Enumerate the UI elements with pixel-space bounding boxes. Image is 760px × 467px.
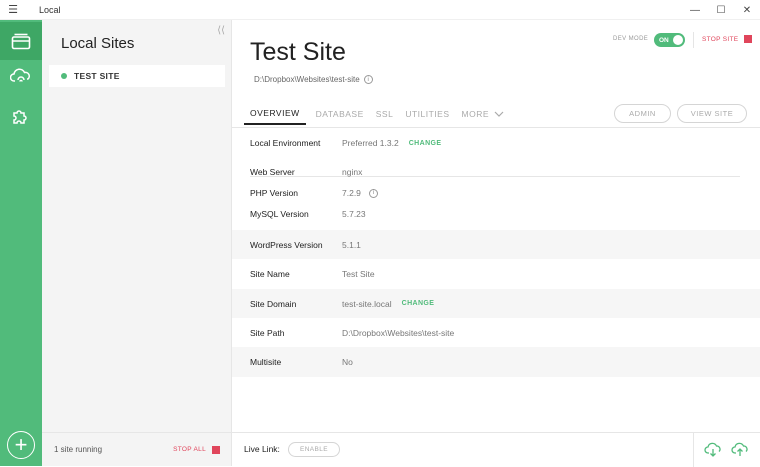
multisite-label: Multisite [250,357,282,367]
site-domain-value-group: test-site.local CHANGE [342,299,434,309]
dev-mode-toggle[interactable]: ON [654,33,685,47]
local-environment-label: Local Environment [250,138,321,148]
running-status-dot [61,73,67,79]
stop-icon [744,35,753,43]
page-title: Test Site [250,38,346,66]
addons-icon [13,110,27,124]
change-environment-link[interactable]: CHANGE [409,140,442,147]
stop-site-label: STOP SITE [702,35,739,43]
cloud-upload-icon[interactable] [731,442,749,458]
site-domain-value: test-site.local [342,298,392,309]
sites-panel: Local Sites ⟨⟨ TEST SITE 1 site running … [42,20,232,466]
tab-bar: OVERVIEW DATABASE SSL UTILITIES MORE [244,103,516,125]
close-icon[interactable]: ✕ [734,0,760,20]
running-count: 1 site running [54,445,103,454]
stop-all-button[interactable]: STOP ALL [173,445,220,454]
local-environment-value: Preferred 1.3.2 [342,138,399,148]
php-version-label: PHP Version [250,188,299,198]
site-name-value: Test Site [342,269,375,279]
row-wordpress-version: WordPress Version 5.1.1 [232,230,760,259]
divider [693,32,694,48]
row-site-path: Site Path D:\Dropbox\Websites\test-site [232,318,760,347]
wordpress-version-value: 5.1.1 [342,239,361,250]
tabs-divider [232,127,760,128]
row-site-domain: Site Domain test-site.local CHANGE [232,289,760,318]
tab-more-label: MORE [461,109,490,119]
sites-nav-button[interactable] [0,22,42,60]
site-path-text: D:\Dropbox\Websites\test-site [254,75,360,84]
cloud-download-icon[interactable] [704,442,722,458]
web-server-value: nginx [342,167,363,177]
row-multisite: Multisite No [232,347,760,377]
php-version-value: 7.2.9 [342,188,361,198]
info-icon[interactable]: i [368,188,378,198]
wordpress-version-label: WordPress Version [250,239,323,250]
site-detail: Test Site D:\Dropbox\Websites\test-site … [232,20,760,466]
site-name-label: Site Name [250,269,290,279]
mysql-version-value: 5.7.23 [342,209,366,219]
local-environment-value-group: Preferred 1.3.2 CHANGE [342,138,441,148]
nav-rail: + [0,20,42,466]
row-web-server: Web Server nginx [232,163,760,181]
site-domain-label: Site Domain [250,298,297,309]
row-site-name: Site Name Test Site [232,259,760,289]
cloud-icon [10,68,30,82]
stop-icon [212,445,220,454]
web-server-label: Web Server [250,167,295,177]
chevron-down-icon [494,111,504,117]
dev-mode-toggle-label: ON [659,36,669,44]
site-path-header: D:\Dropbox\Websites\test-site i [254,75,373,84]
window-title: Local [39,4,61,15]
info-icon[interactable]: i [363,75,373,84]
minimize-icon[interactable]: — [682,0,708,20]
add-site-button[interactable]: + [7,431,35,459]
plus-icon: + [14,432,28,457]
addons-nav-button[interactable] [0,96,42,134]
tab-ssl[interactable]: SSL [376,103,394,125]
dev-mode-label: DEV MODE [613,36,649,42]
double-chevron-left-icon[interactable]: ⟨⟨ [217,25,225,36]
title-bar: ☰ Local — ☐ ✕ [0,0,760,20]
tab-more[interactable]: MORE [462,103,505,125]
sites-icon [11,33,31,50]
maximize-icon[interactable]: ☐ [708,0,734,20]
enable-live-link-button[interactable]: ENABLE [288,442,340,457]
site-path-label: Site Path [250,327,285,338]
stop-all-label: STOP ALL [173,446,206,453]
change-domain-link[interactable]: CHANGE [402,300,435,307]
connect-nav-button[interactable] [0,57,42,95]
multisite-value: No [342,357,353,367]
stop-site-button[interactable]: STOP SITE [702,35,753,43]
site-path-value: D:\Dropbox\Websites\test-site [342,327,455,338]
tab-utilities[interactable]: UTILITIES [405,103,449,125]
site-list-item[interactable]: TEST SITE [49,65,225,87]
view-site-button[interactable]: VIEW SITE [677,104,747,123]
sites-panel-title: Local Sites [61,35,135,52]
row-local-environment: Local Environment Preferred 1.3.2 CHANGE [232,132,760,154]
row-php-version: PHP Version 7.2.9 i [232,184,760,202]
live-link-label: Live Link: [244,444,280,454]
window-controls: — ☐ ✕ [682,0,760,20]
toggle-knob [673,35,683,45]
php-version-value-group: 7.2.9 i [342,188,378,198]
sites-footer: 1 site running STOP ALL [42,432,232,466]
hamburger-icon[interactable]: ☰ [0,3,26,16]
tab-overview[interactable]: OVERVIEW [244,103,306,125]
tab-database[interactable]: DATABASE [316,103,364,125]
bottom-bar: Live Link: ENABLE [232,432,760,467]
divider [693,433,694,467]
row-mysql-version: MySQL Version 5.7.23 [232,205,760,223]
site-list-item-label: TEST SITE [74,71,120,81]
mysql-version-label: MySQL Version [250,209,309,219]
admin-button[interactable]: ADMIN [614,104,671,123]
